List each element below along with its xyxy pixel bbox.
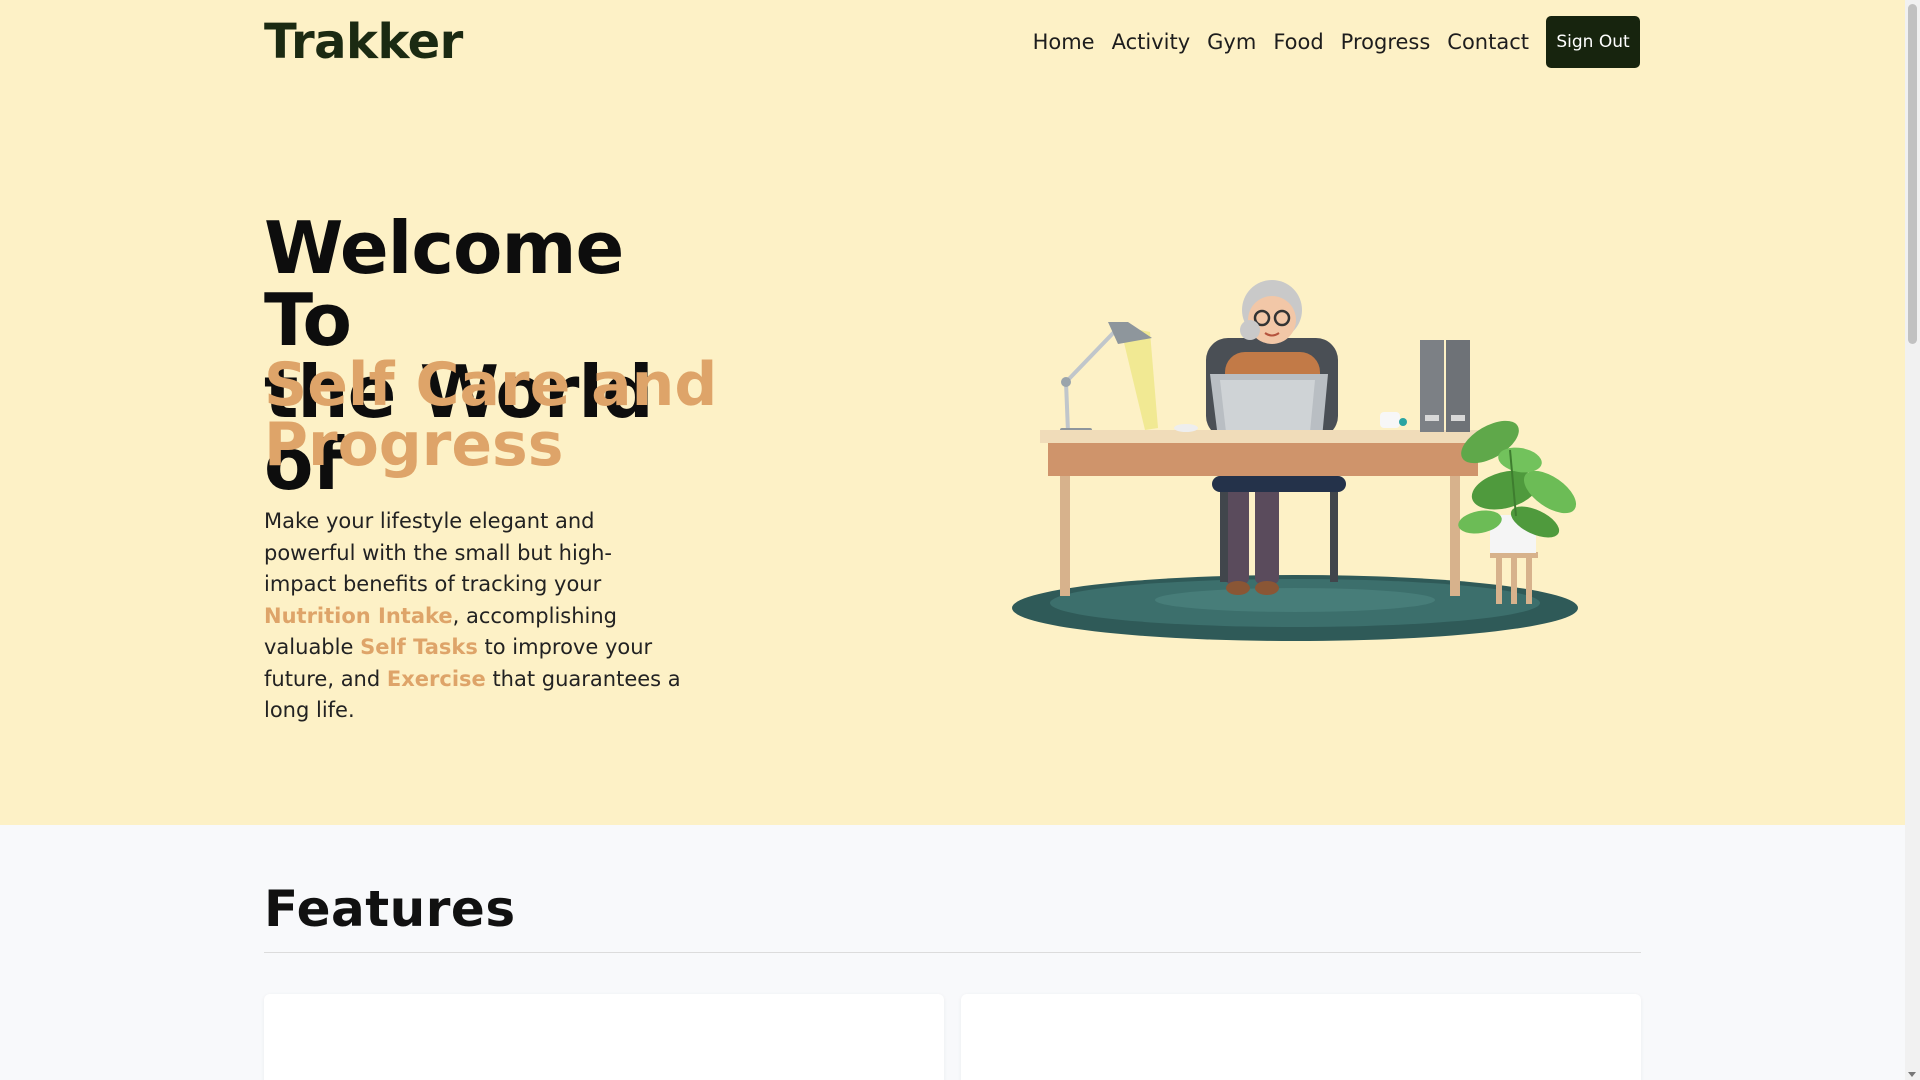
highlight-self-tasks: Self Tasks [360, 635, 478, 659]
scrollbar-thumb[interactable] [1908, 4, 1917, 344]
features-heading: Features [264, 880, 516, 938]
brand-logo[interactable]: Trakker [264, 14, 463, 70]
highlight-nutrition: Nutrition Intake [264, 603, 453, 628]
feature-card [264, 994, 944, 1080]
page: Trakker Home Activity Gym Food Progress … [0, 0, 1905, 1080]
accent-line-2: Progress [264, 410, 564, 480]
nav-progress[interactable]: Progress [1341, 30, 1431, 54]
highlight-exercise: Exercise [386, 666, 486, 691]
feature-card [961, 994, 1641, 1080]
hero-section: Trakker Home Activity Gym Food Progress … [0, 0, 1905, 825]
features-divider [264, 952, 1641, 953]
nav-activity[interactable]: Activity [1112, 30, 1191, 54]
vertical-scrollbar[interactable] [1905, 0, 1920, 1080]
woman-at-desk-illustration [1012, 280, 1578, 641]
hero-description: Make your lifestyle elegant and powerful… [264, 506, 684, 727]
nav-gym[interactable]: Gym [1207, 30, 1256, 54]
nav-contact[interactable]: Contact [1447, 30, 1529, 54]
lead-text-1: Make your lifestyle elegant and powerful… [264, 509, 613, 596]
headline-line-1: Welcome To [264, 206, 624, 362]
nav-food[interactable]: Food [1273, 30, 1323, 54]
nav-home[interactable]: Home [1033, 30, 1095, 54]
sign-out-button[interactable]: Sign Out [1546, 16, 1640, 68]
main-nav: Home Activity Gym Food Progress Contact … [1033, 16, 1640, 68]
scroll-down-arrow-icon[interactable] [1908, 1072, 1916, 1077]
hero-headline-accent: Self Care and Progress [264, 355, 724, 475]
